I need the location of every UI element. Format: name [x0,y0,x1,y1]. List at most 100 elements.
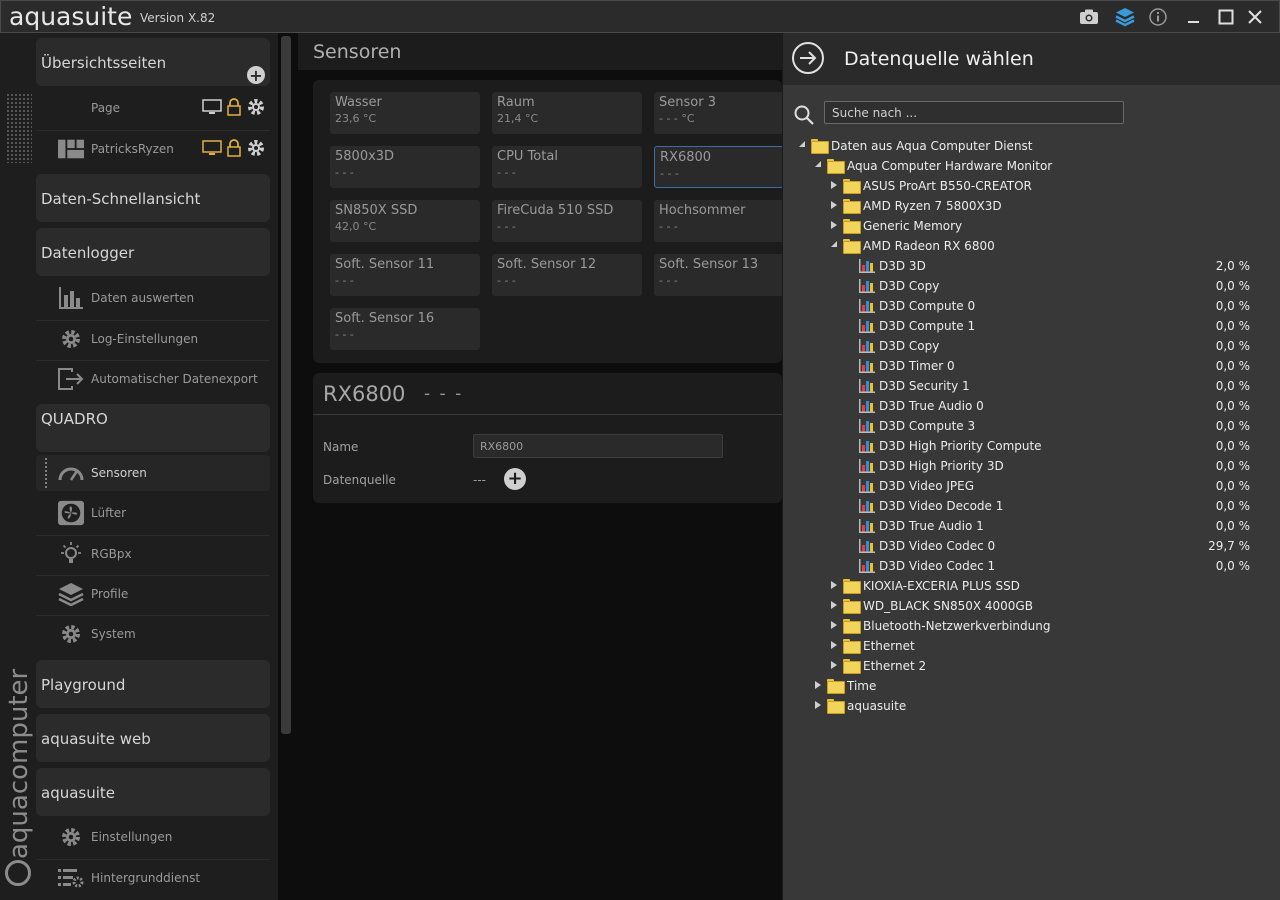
gear-icon[interactable] [246,97,266,120]
tree-sensor-row[interactable]: D3D Video JPEG 0,0 % [783,476,1273,496]
sidebar-scrollbar[interactable] [281,36,291,734]
gear-icon[interactable] [246,138,266,161]
expand-arrow-icon[interactable] [814,700,824,712]
sensor-tile[interactable]: FireCuda 510 SSD - - - [492,200,642,242]
tree-sensor-row[interactable]: D3D Video Codec 0 29,7 % [783,536,1273,556]
tree-sensor-row[interactable]: D3D Compute 3 0,0 % [783,416,1273,436]
expand-arrow-icon[interactable] [830,220,840,232]
tree-folder-row[interactable]: AMD Radeon RX 6800 [783,236,1273,256]
back-arrow-icon[interactable] [792,42,824,74]
sensor-tile[interactable]: Wasser 23,6 °C [330,92,480,134]
expand-arrow-icon[interactable] [830,660,840,672]
tree-sensor-row[interactable]: D3D High Priority 3D 0,0 % [783,456,1273,476]
tree-sensor-row[interactable]: D3D Video Codec 1 0,0 % [783,556,1273,576]
layers-icon [58,582,84,606]
add-datasource-button[interactable]: + [504,468,526,490]
sensor-bars-icon [859,559,875,573]
collapse-arrow-icon[interactable] [798,140,808,152]
tree-folder-row[interactable]: Daten aus Aqua Computer Dienst [783,136,1273,156]
section-quadro[interactable]: QUADRO [36,404,270,452]
sensor-tile[interactable]: Soft. Sensor 16 - - - [330,308,480,350]
brand-text: aquacomputer [4,668,34,859]
tree-folder-row[interactable]: Time [783,676,1273,696]
sensor-tile[interactable]: Raum 21,4 °C [492,92,642,134]
sensor-tile[interactable]: CPU Total - - - [492,146,642,188]
minimize-icon[interactable] [1183,7,1205,27]
sidebar-item-daten-auswerten[interactable]: Daten auswerten [36,280,270,316]
sidebar-item-rgbpx[interactable]: RGBpx [36,535,270,571]
layers-icon[interactable] [1114,7,1136,27]
tree-folder-row[interactable]: Ethernet [783,636,1273,656]
search-input[interactable] [824,101,1124,124]
section-aquasuite[interactable]: aquasuite [36,768,270,816]
collapse-arrow-icon[interactable] [830,240,840,252]
section-aquasuite-web[interactable]: aquasuite web [36,714,270,762]
item-label: Hintergrunddienst [91,870,201,885]
tree-sensor-row[interactable]: D3D High Priority Compute 0,0 % [783,436,1273,456]
tree-label: D3D Video JPEG [879,479,975,493]
section-uebersichtsseiten[interactable]: Übersichtsseiten + [36,38,270,86]
tree-sensor-row[interactable]: D3D Compute 0 0,0 % [783,296,1273,316]
sidebar-item-system[interactable]: System [36,615,270,651]
info-icon[interactable] [1147,7,1169,27]
section-playground[interactable]: Playground [36,660,270,708]
tree-sensor-row[interactable]: D3D 3D 2,0 % [783,256,1273,276]
sidebar-item-log-einstellungen[interactable]: Log-Einstellungen [36,320,270,356]
sidebar-item-sensoren[interactable]: Sensoren [36,455,270,491]
tree-folder-row[interactable]: Bluetooth-Netzwerkverbindung [783,616,1273,636]
tree-folder-row[interactable]: Aqua Computer Hardware Monitor [783,156,1273,176]
sensor-tile[interactable]: SN850X SSD 42,0 °C [330,200,480,242]
tree-sensor-row[interactable]: D3D Timer 0 0,0 % [783,356,1273,376]
page-item-page[interactable]: Page [36,90,270,126]
sensor-tile[interactable]: Soft. Sensor 12 - - - [492,254,642,296]
lock-icon[interactable] [227,98,241,119]
expand-arrow-icon[interactable] [830,200,840,212]
monitor-icon[interactable] [202,140,222,159]
tree-folder-row[interactable]: WD_BLACK SN850X 4000GB [783,596,1273,616]
section-daten-schnellansicht[interactable]: Daten-Schnellansicht [36,174,270,222]
sensor-tile[interactable]: Soft. Sensor 11 - - - [330,254,480,296]
tree-sensor-row[interactable]: D3D Video Decode 1 0,0 % [783,496,1273,516]
service-settings-icon [58,866,84,890]
sidebar-item-profile[interactable]: Profile [36,575,270,611]
tree-sensor-row[interactable]: D3D Copy 0,0 % [783,276,1273,296]
collapse-arrow-icon[interactable] [814,160,824,172]
section-datenlogger[interactable]: Datenlogger [36,228,270,276]
name-field[interactable]: RX6800 [473,434,723,458]
name-label: Name [323,440,359,454]
close-icon[interactable] [1244,7,1266,27]
tree-folder-row[interactable]: AMD Ryzen 7 5800X3D [783,196,1273,216]
tree-folder-row[interactable]: KIOXIA-EXCERIA PLUS SSD [783,576,1273,596]
sidebar-item-hintergrunddienst[interactable]: Hintergrunddienst [36,859,270,895]
tree-folder-row[interactable]: Ethernet 2 [783,656,1273,676]
tree-sensor-row[interactable]: D3D Security 1 0,0 % [783,376,1273,396]
sensor-tile[interactable]: 5800x3D - - - [330,146,480,188]
expand-arrow-icon[interactable] [814,680,824,692]
expand-arrow-icon[interactable] [830,640,840,652]
tree-folder-row[interactable]: Generic Memory [783,216,1273,236]
sidebar-item-luefter[interactable]: Lüfter [36,495,270,531]
sidebar-item-einstellungen[interactable]: Einstellungen [36,819,270,855]
monitor-icon[interactable] [202,99,222,118]
expand-arrow-icon[interactable] [830,180,840,192]
expand-arrow-icon[interactable] [830,600,840,612]
camera-icon[interactable] [1078,7,1100,27]
tree-sensor-row[interactable]: D3D Copy 0,0 % [783,336,1273,356]
drag-handle[interactable] [44,457,48,489]
expand-arrow-icon[interactable] [830,580,840,592]
add-page-icon[interactable]: + [247,66,265,85]
sensor-bars-icon [859,399,875,413]
sidebar-item-datenexport[interactable]: Automatischer Datenexport [36,360,270,396]
tree-sensor-row[interactable]: D3D True Audio 0 0,0 % [783,396,1273,416]
lock-icon[interactable] [227,139,241,160]
maximize-icon[interactable] [1215,7,1237,27]
tree-sensor-row[interactable]: D3D Compute 1 0,0 % [783,316,1273,336]
tree-folder-row[interactable]: ASUS ProArt B550-CREATOR [783,176,1273,196]
tree-label: D3D High Priority 3D [879,459,1004,473]
tree-sensor-row[interactable]: D3D True Audio 1 0,0 % [783,516,1273,536]
tile-name: CPU Total [497,149,558,164]
expand-arrow-icon[interactable] [830,620,840,632]
gear-icon [58,825,84,849]
page-item-patricksryzen[interactable]: PatricksRyzen [36,130,270,166]
tree-folder-row[interactable]: aquasuite [783,696,1273,716]
